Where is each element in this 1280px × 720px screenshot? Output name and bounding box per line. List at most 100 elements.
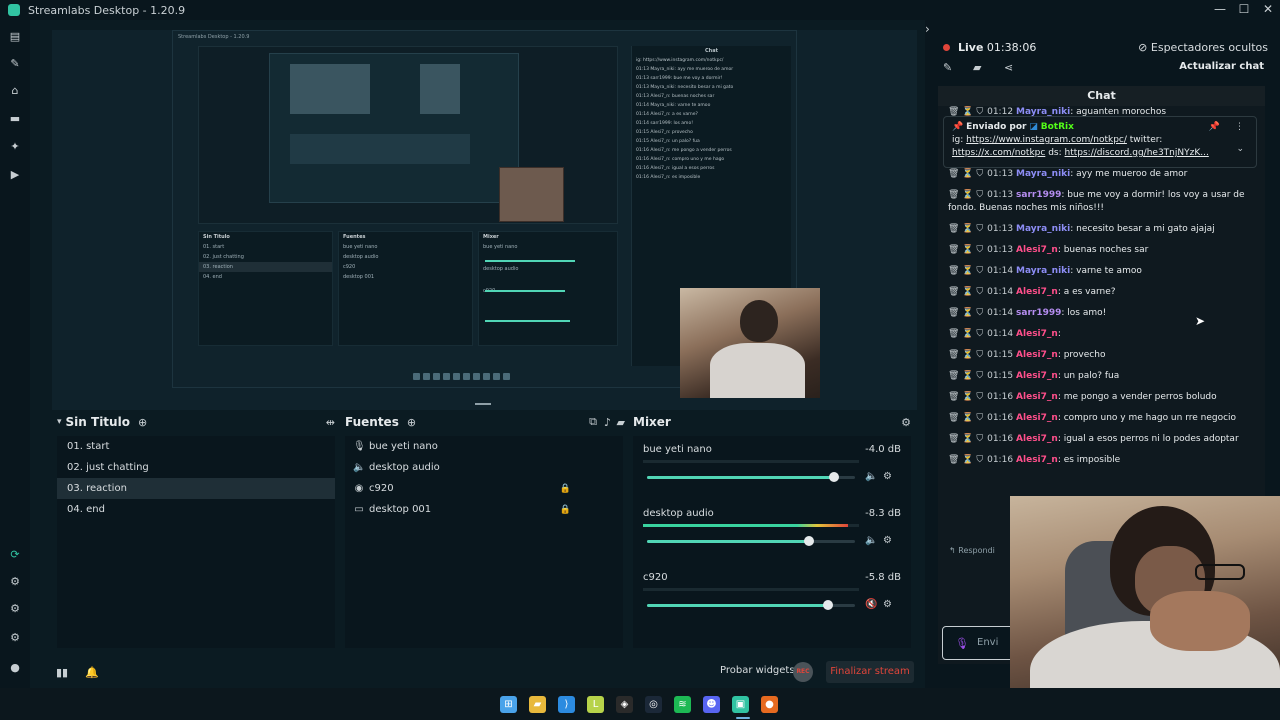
add-scene-icon[interactable]: ⊕ bbox=[138, 416, 147, 429]
hidden-viewers-toggle[interactable]: ⊘ Espectadores ocultos bbox=[1138, 41, 1268, 54]
chat-mod-tools[interactable]: 🗑 ⏳ ⛉ bbox=[948, 266, 983, 276]
refresh-chat-button[interactable]: Actualizar chat bbox=[1179, 61, 1264, 72]
folder-icon[interactable]: ▰ bbox=[617, 416, 625, 429]
edit-stream-icon[interactable]: ✎ bbox=[943, 61, 952, 74]
chat-username[interactable]: Alesi7_n bbox=[1016, 245, 1058, 255]
instagram-link[interactable]: https://www.instagram.com/notkpc/ bbox=[966, 135, 1127, 145]
layout-icon[interactable]: ⚙ bbox=[8, 602, 22, 616]
end-stream-button[interactable]: Finalizar stream bbox=[826, 661, 914, 683]
transitions-icon[interactable]: ⇹ bbox=[326, 416, 335, 429]
chevron-down-icon[interactable]: ⌄ bbox=[1236, 143, 1244, 156]
chat-mod-tools[interactable]: 🗑 ⏳ ⛉ bbox=[948, 190, 983, 200]
capcut-icon[interactable]: ◈ bbox=[616, 696, 633, 713]
vscode-icon[interactable]: ⟩ bbox=[558, 696, 575, 713]
scene-item[interactable]: 01. start bbox=[57, 436, 335, 457]
chat-username[interactable]: Alesi7_n bbox=[1016, 329, 1058, 339]
volume-slider[interactable] bbox=[647, 600, 855, 610]
performance-icon[interactable]: ▮▮ bbox=[56, 666, 68, 679]
chat-message[interactable]: 🗑 ⏳ ⛉ 01:16 Alesi7_n: es imposible bbox=[938, 450, 1265, 471]
scene-item[interactable]: 02. just chatting bbox=[57, 457, 335, 478]
chat-mod-tools[interactable]: 🗑 ⏳ ⛉ bbox=[948, 224, 983, 234]
close-button[interactable]: ✕ bbox=[1256, 0, 1280, 20]
settings-icon[interactable]: ⚙ bbox=[8, 631, 22, 645]
discord-icon[interactable]: ☻ bbox=[703, 696, 720, 713]
windows-start-icon[interactable]: ⊞ bbox=[500, 696, 517, 713]
chevron-down-icon[interactable]: ▾ bbox=[57, 417, 62, 427]
chevron-right-icon[interactable]: › bbox=[925, 22, 930, 36]
chat-message[interactable]: 🗑 ⏳ ⛉ 01:13 Mayra_niki: necesito besar a m… bbox=[938, 219, 1265, 240]
chat-message[interactable]: 🗑 ⏳ ⛉ 01:16 Alesi7_n: compro uno y me hago… bbox=[938, 408, 1265, 429]
twitter-link[interactable]: https://x.com/notkpc bbox=[952, 148, 1045, 158]
source-item[interactable]: 🔈 desktop audio bbox=[345, 457, 623, 478]
chat-message[interactable]: 🗑 ⏳ ⛉ 01:14 Alesi7_n: bbox=[938, 324, 1265, 345]
pinned-message[interactable]: 📌 Enviado por ◪ BotRix ig: https://www.i… bbox=[943, 116, 1257, 168]
streamlabs-icon[interactable]: ▣ bbox=[732, 696, 749, 713]
chat-mod-tools[interactable]: 🗑 ⏳ ⛉ bbox=[948, 169, 983, 179]
chat-username[interactable]: Alesi7_n bbox=[1016, 287, 1058, 297]
chat-mod-tools[interactable]: 🗑 ⏳ ⛉ bbox=[948, 329, 983, 339]
store-icon[interactable]: ⌂ bbox=[8, 84, 22, 98]
notifications-icon[interactable]: 🔔 bbox=[85, 666, 99, 679]
chat-username[interactable]: sarr1999 bbox=[1016, 308, 1061, 318]
chat-username[interactable]: Alesi7_n bbox=[1016, 371, 1058, 381]
volume-slider[interactable] bbox=[647, 536, 855, 546]
scene-item-active[interactable]: 03. reaction bbox=[57, 478, 335, 499]
discord-link[interactable]: https://discord.gg/he3TnjNYzK... bbox=[1065, 148, 1209, 158]
chat-username[interactable]: Mayra_niki bbox=[1016, 169, 1070, 179]
more-icon[interactable]: ⋮ bbox=[1235, 121, 1244, 134]
profile-icon[interactable]: ● bbox=[8, 661, 22, 675]
chat-username[interactable]: sarr1999 bbox=[1016, 190, 1061, 200]
mixer-settings-icon[interactable]: ⚙ bbox=[901, 416, 911, 429]
live-server-icon[interactable]: L bbox=[587, 696, 604, 713]
dashboard-icon[interactable]: ▰ bbox=[973, 61, 981, 74]
themes-icon[interactable]: ✎ bbox=[8, 57, 22, 71]
muted-speaker-icon[interactable]: 🔇 bbox=[865, 599, 877, 610]
chat-message[interactable]: 🗑 ⏳ ⛉ 01:14 sarr1999: los amo! bbox=[938, 303, 1265, 324]
chat-message[interactable]: 🗑 ⏳ ⛉ 01:14 Mayra_niki: varne te amoo bbox=[938, 261, 1265, 282]
chat-message[interactable]: 🗑 ⏳ ⛉ 01:16 Alesi7_n: me pongo a vender pe… bbox=[938, 387, 1265, 408]
play-icon[interactable]: ▶ bbox=[8, 168, 22, 182]
record-button[interactable]: REC bbox=[793, 662, 813, 682]
source-item[interactable]: ◉ c920 🔒 bbox=[345, 478, 623, 499]
scene-collection-title[interactable]: Sin Titulo bbox=[66, 415, 130, 429]
overlay-icon[interactable]: ▬ bbox=[8, 112, 22, 126]
gear-icon[interactable]: ⚙ bbox=[883, 471, 892, 482]
source-tools-icon[interactable]: ⧉ bbox=[589, 415, 597, 429]
gear-icon[interactable]: ⚙ bbox=[883, 599, 892, 610]
chat-mod-tools[interactable]: 🗑 ⏳ ⛉ bbox=[948, 455, 983, 465]
minimize-button[interactable]: — bbox=[1208, 0, 1232, 20]
file-explorer-icon[interactable]: ▰ bbox=[529, 696, 546, 713]
stream-preview[interactable]: Streamlabs Desktop - 1.20.9 Sin Titulo 0… bbox=[52, 30, 917, 410]
lock-icon[interactable]: 🔒 bbox=[560, 484, 571, 494]
chat-username[interactable]: Mayra_niki bbox=[1016, 224, 1070, 234]
studio-mode-icon[interactable]: ⚙ bbox=[8, 575, 22, 589]
volume-knob[interactable] bbox=[804, 536, 815, 546]
spotify-icon[interactable]: ≋ bbox=[674, 696, 691, 713]
gear-icon[interactable]: ⚙ bbox=[883, 535, 892, 546]
test-widgets-button[interactable]: Probar widgets bbox=[720, 665, 795, 676]
source-item[interactable]: ▭ desktop 001 🔒 bbox=[345, 499, 623, 520]
chat-message[interactable]: 🗑 ⏳ ⛉ 01:13 sarr1999: bue me voy a dormir!… bbox=[938, 185, 1265, 219]
chat-mod-tools[interactable]: 🗑 ⏳ ⛉ bbox=[948, 287, 983, 297]
source-item[interactable]: 🎙 bue yeti nano bbox=[345, 436, 623, 457]
chat-mod-tools[interactable]: 🗑 ⏳ ⛉ bbox=[948, 434, 983, 444]
pin-icon[interactable]: 📌 bbox=[1209, 121, 1220, 134]
apps-icon[interactable]: ✦ bbox=[8, 140, 22, 154]
chat-mod-tools[interactable]: 🗑 ⏳ ⛉ bbox=[948, 392, 983, 402]
chat-username[interactable]: Alesi7_n bbox=[1016, 455, 1058, 465]
chat-mod-tools[interactable]: 🗑 ⏳ ⛉ bbox=[948, 245, 983, 255]
volume-knob[interactable] bbox=[829, 472, 840, 482]
chat-username[interactable]: Mayra_niki bbox=[1016, 266, 1070, 276]
chat-message[interactable]: 🗑 ⏳ ⛉ 01:16 Alesi7_n: igual a esos perros … bbox=[938, 429, 1265, 450]
maximize-button[interactable]: ☐ bbox=[1232, 0, 1256, 20]
chat-mod-tools[interactable]: 🗑 ⏳ ⛉ bbox=[948, 413, 983, 423]
chat-message[interactable]: 🗑 ⏳ ⛉ 01:15 Alesi7_n: un palo? fua bbox=[938, 366, 1265, 387]
speaker-icon[interactable]: 🔈 bbox=[865, 535, 877, 546]
lock-icon[interactable]: 🔒 bbox=[560, 505, 571, 515]
resize-handle[interactable] bbox=[475, 403, 491, 405]
chat-message[interactable]: 🗑 ⏳ ⛉ 01:14 Alesi7_n: a es varne? bbox=[938, 282, 1265, 303]
chat-username[interactable]: Alesi7_n bbox=[1016, 392, 1058, 402]
chat-message[interactable]: 🗑 ⏳ ⛉ 01:15 Alesi7_n: provecho bbox=[938, 345, 1265, 366]
audio-filter-icon[interactable]: ♪ bbox=[604, 416, 611, 429]
chat-mod-tools[interactable]: 🗑 ⏳ ⛉ bbox=[948, 371, 983, 381]
